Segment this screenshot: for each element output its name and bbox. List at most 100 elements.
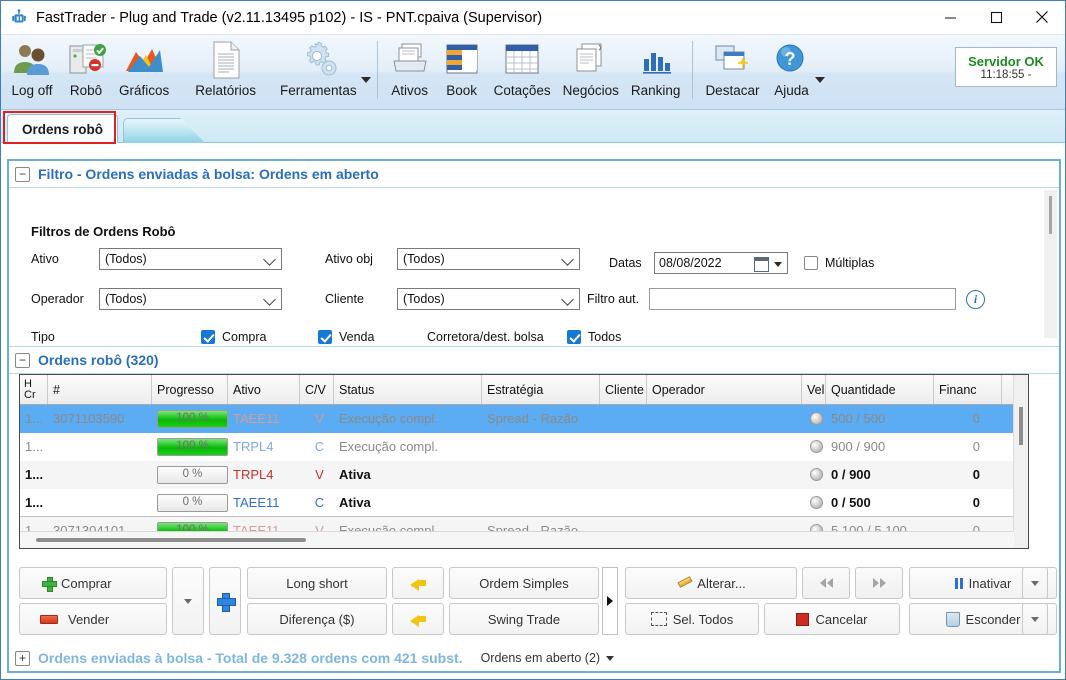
grid-column-header[interactable]: Operador <box>647 375 802 404</box>
grid-column-header[interactable]: # <box>48 375 152 404</box>
ativo-select[interactable]: (Todos) <box>99 248 282 270</box>
previous-button[interactable] <box>802 567 850 599</box>
toolbar-button-graficos[interactable]: Gráficos <box>113 35 175 98</box>
filter-section-header[interactable]: − Filtro - Ordens enviadas à bolsa: Orde… <box>9 161 1059 188</box>
compra-label: Compra <box>222 330 267 344</box>
grid-column-header[interactable]: Progresso <box>152 375 228 404</box>
grid-column-header[interactable]: C/V <box>300 375 334 404</box>
operador-select[interactable]: (Todos) <box>99 288 282 310</box>
venda-label: Venda <box>339 330 375 344</box>
scrollbar-thumb[interactable] <box>1019 407 1023 445</box>
next-button[interactable] <box>855 567 903 599</box>
maximize-button[interactable] <box>973 1 1019 34</box>
esconder-dropdown[interactable] <box>1022 603 1048 635</box>
filtro-aut-row: Filtro aut. i <box>587 288 985 310</box>
toolbar-button-logoff[interactable]: Log off <box>5 35 59 98</box>
toolbar-button-relatorios[interactable]: Relatórios <box>189 35 262 98</box>
cell-status: Ativa <box>339 495 371 510</box>
grid-column-header[interactable]: Financ <box>934 375 1002 404</box>
close-icon <box>1036 11 1048 23</box>
report-icon <box>209 39 243 81</box>
cancelar-label: Cancelar <box>815 611 868 627</box>
chevron-down-icon[interactable] <box>774 262 782 267</box>
ferramentas-dropdown-arrow[interactable] <box>360 77 371 83</box>
grid-column-header[interactable]: Ativo <box>228 375 300 404</box>
long-short-shortcut-button[interactable] <box>392 567 444 599</box>
filter-collapse-toggle[interactable]: − <box>15 166 30 182</box>
long-short-button[interactable]: Long short <box>247 567 387 599</box>
grid-column-header-label: Vel <box>807 382 825 397</box>
toolbar-button-book[interactable]: Book <box>436 35 488 98</box>
ajuda-dropdown-arrow[interactable] <box>815 77 826 83</box>
chevron-down-icon[interactable] <box>606 655 615 661</box>
footer-filter-label[interactable]: Ordens em aberto (2) <box>481 651 601 665</box>
table-row[interactable]: 1... 0 % TRPL4 V Ativa 0 / 900 0 <box>20 461 1028 489</box>
swing-trade-label: Swing Trade <box>487 611 561 627</box>
venda-checkbox[interactable] <box>318 330 332 344</box>
ativo-obj-select[interactable]: (Todos) <box>397 248 580 270</box>
alterar-button[interactable]: Alterar... <box>625 567 797 599</box>
quotes-table-icon <box>502 39 542 81</box>
orders-section-header[interactable]: − Ordens robô (320) <box>9 346 1059 374</box>
grid-column-header-label: Quantidade <box>831 382 896 397</box>
chevron-down-icon <box>561 253 574 266</box>
grid-column-header-line2: Cr <box>24 388 36 401</box>
toolbar-button-robo[interactable]: Robô <box>59 35 113 98</box>
table-row[interactable]: 1... 0 % TAEE11 C Ativa 0 / 500 0 <box>20 489 1028 517</box>
cancelar-button[interactable]: Cancelar <box>764 603 900 635</box>
grid-horizontal-scrollbar[interactable] <box>20 531 1014 548</box>
filter-scrollbar[interactable] <box>1044 190 1057 338</box>
diferenca-label: Diferença ($) <box>279 611 355 627</box>
grid-vertical-scrollbar[interactable] <box>1013 375 1028 548</box>
alterar-label: Alterar... <box>697 575 746 591</box>
multiplas-checkbox[interactable] <box>804 256 818 270</box>
minimize-button[interactable] <box>927 1 973 34</box>
filtro-aut-input[interactable] <box>649 288 956 310</box>
speed-gauge-icon <box>810 496 823 509</box>
orders-collapse-toggle[interactable]: − <box>15 352 30 368</box>
compra-checkbox[interactable] <box>201 330 215 344</box>
calendar-icon[interactable] <box>754 257 769 272</box>
footer-expand-toggle[interactable]: + <box>15 650 30 666</box>
grid-column-header[interactable]: Status <box>334 375 482 404</box>
table-row[interactable]: 1... 3071103590 100 % TAEE11 V Execução compl… <box>20 405 1028 433</box>
vender-button[interactable]: Vender <box>19 603 167 635</box>
ordem-simples-button[interactable]: Ordem Simples <box>449 567 599 599</box>
server-status-box: Servidor OK 11:18:55 - <box>955 47 1057 87</box>
info-icon[interactable]: i <box>966 289 985 309</box>
order-options-dropdown[interactable] <box>172 567 204 635</box>
diferenca-shortcut-button[interactable] <box>392 603 444 635</box>
toolbar-button-ativos[interactable]: Ativos <box>384 35 436 98</box>
sel-todos-button[interactable]: Sel. Todos <box>625 603 759 635</box>
toolbar-button-ajuda[interactable]: ? Ajuda <box>765 35 817 98</box>
cliente-select[interactable]: (Todos) <box>397 288 580 310</box>
inativar-dropdown[interactable] <box>1022 567 1048 599</box>
grid-column-header[interactable]: Vel <box>802 375 826 404</box>
scrollbar-thumb[interactable] <box>1049 196 1052 234</box>
add-order-button[interactable] <box>209 567 241 635</box>
grid-column-header[interactable]: Cliente <box>600 375 647 404</box>
more-strategies-arrow[interactable] <box>602 567 618 635</box>
toolbar-button-cotacoes[interactable]: Cotações <box>488 35 557 98</box>
grid-column-header[interactable]: Quantidade <box>826 375 934 404</box>
toolbar-button-ranking[interactable]: Ranking <box>625 35 687 98</box>
toolbar-button-ferramentas[interactable]: Ferramentas <box>274 35 363 98</box>
comprar-button[interactable]: Comprar <box>19 567 167 599</box>
close-button[interactable] <box>1019 1 1065 34</box>
corretora-label: Corretora/dest. bolsa <box>427 330 544 344</box>
grid-column-header[interactable]: H Cr <box>20 375 48 404</box>
datas-label: Datas <box>609 256 642 270</box>
toolbar-button-negocios[interactable]: Negócios <box>557 35 625 98</box>
tab-placeholder[interactable] <box>123 118 205 143</box>
table-row[interactable]: 1... 100 % TRPL4 C Execução compl. 900 / 900 0 <box>20 433 1028 461</box>
tab-ordens-robo[interactable]: Ordens robô <box>7 114 119 143</box>
swing-trade-button[interactable]: Swing Trade <box>449 603 599 635</box>
scrollbar-thumb[interactable] <box>36 538 306 542</box>
grid-column-header[interactable]: Estratégia <box>482 375 600 404</box>
footer-title[interactable]: Ordens enviadas à bolsa - Total de 9.328… <box>38 650 463 666</box>
todos-checkbox[interactable] <box>567 330 581 344</box>
toolbar-button-destacar[interactable]: Destacar <box>699 35 765 98</box>
datas-date-input[interactable]: 08/08/2022 <box>654 252 788 274</box>
select-all-icon <box>650 612 667 626</box>
diferenca-button[interactable]: Diferença ($) <box>247 603 387 635</box>
